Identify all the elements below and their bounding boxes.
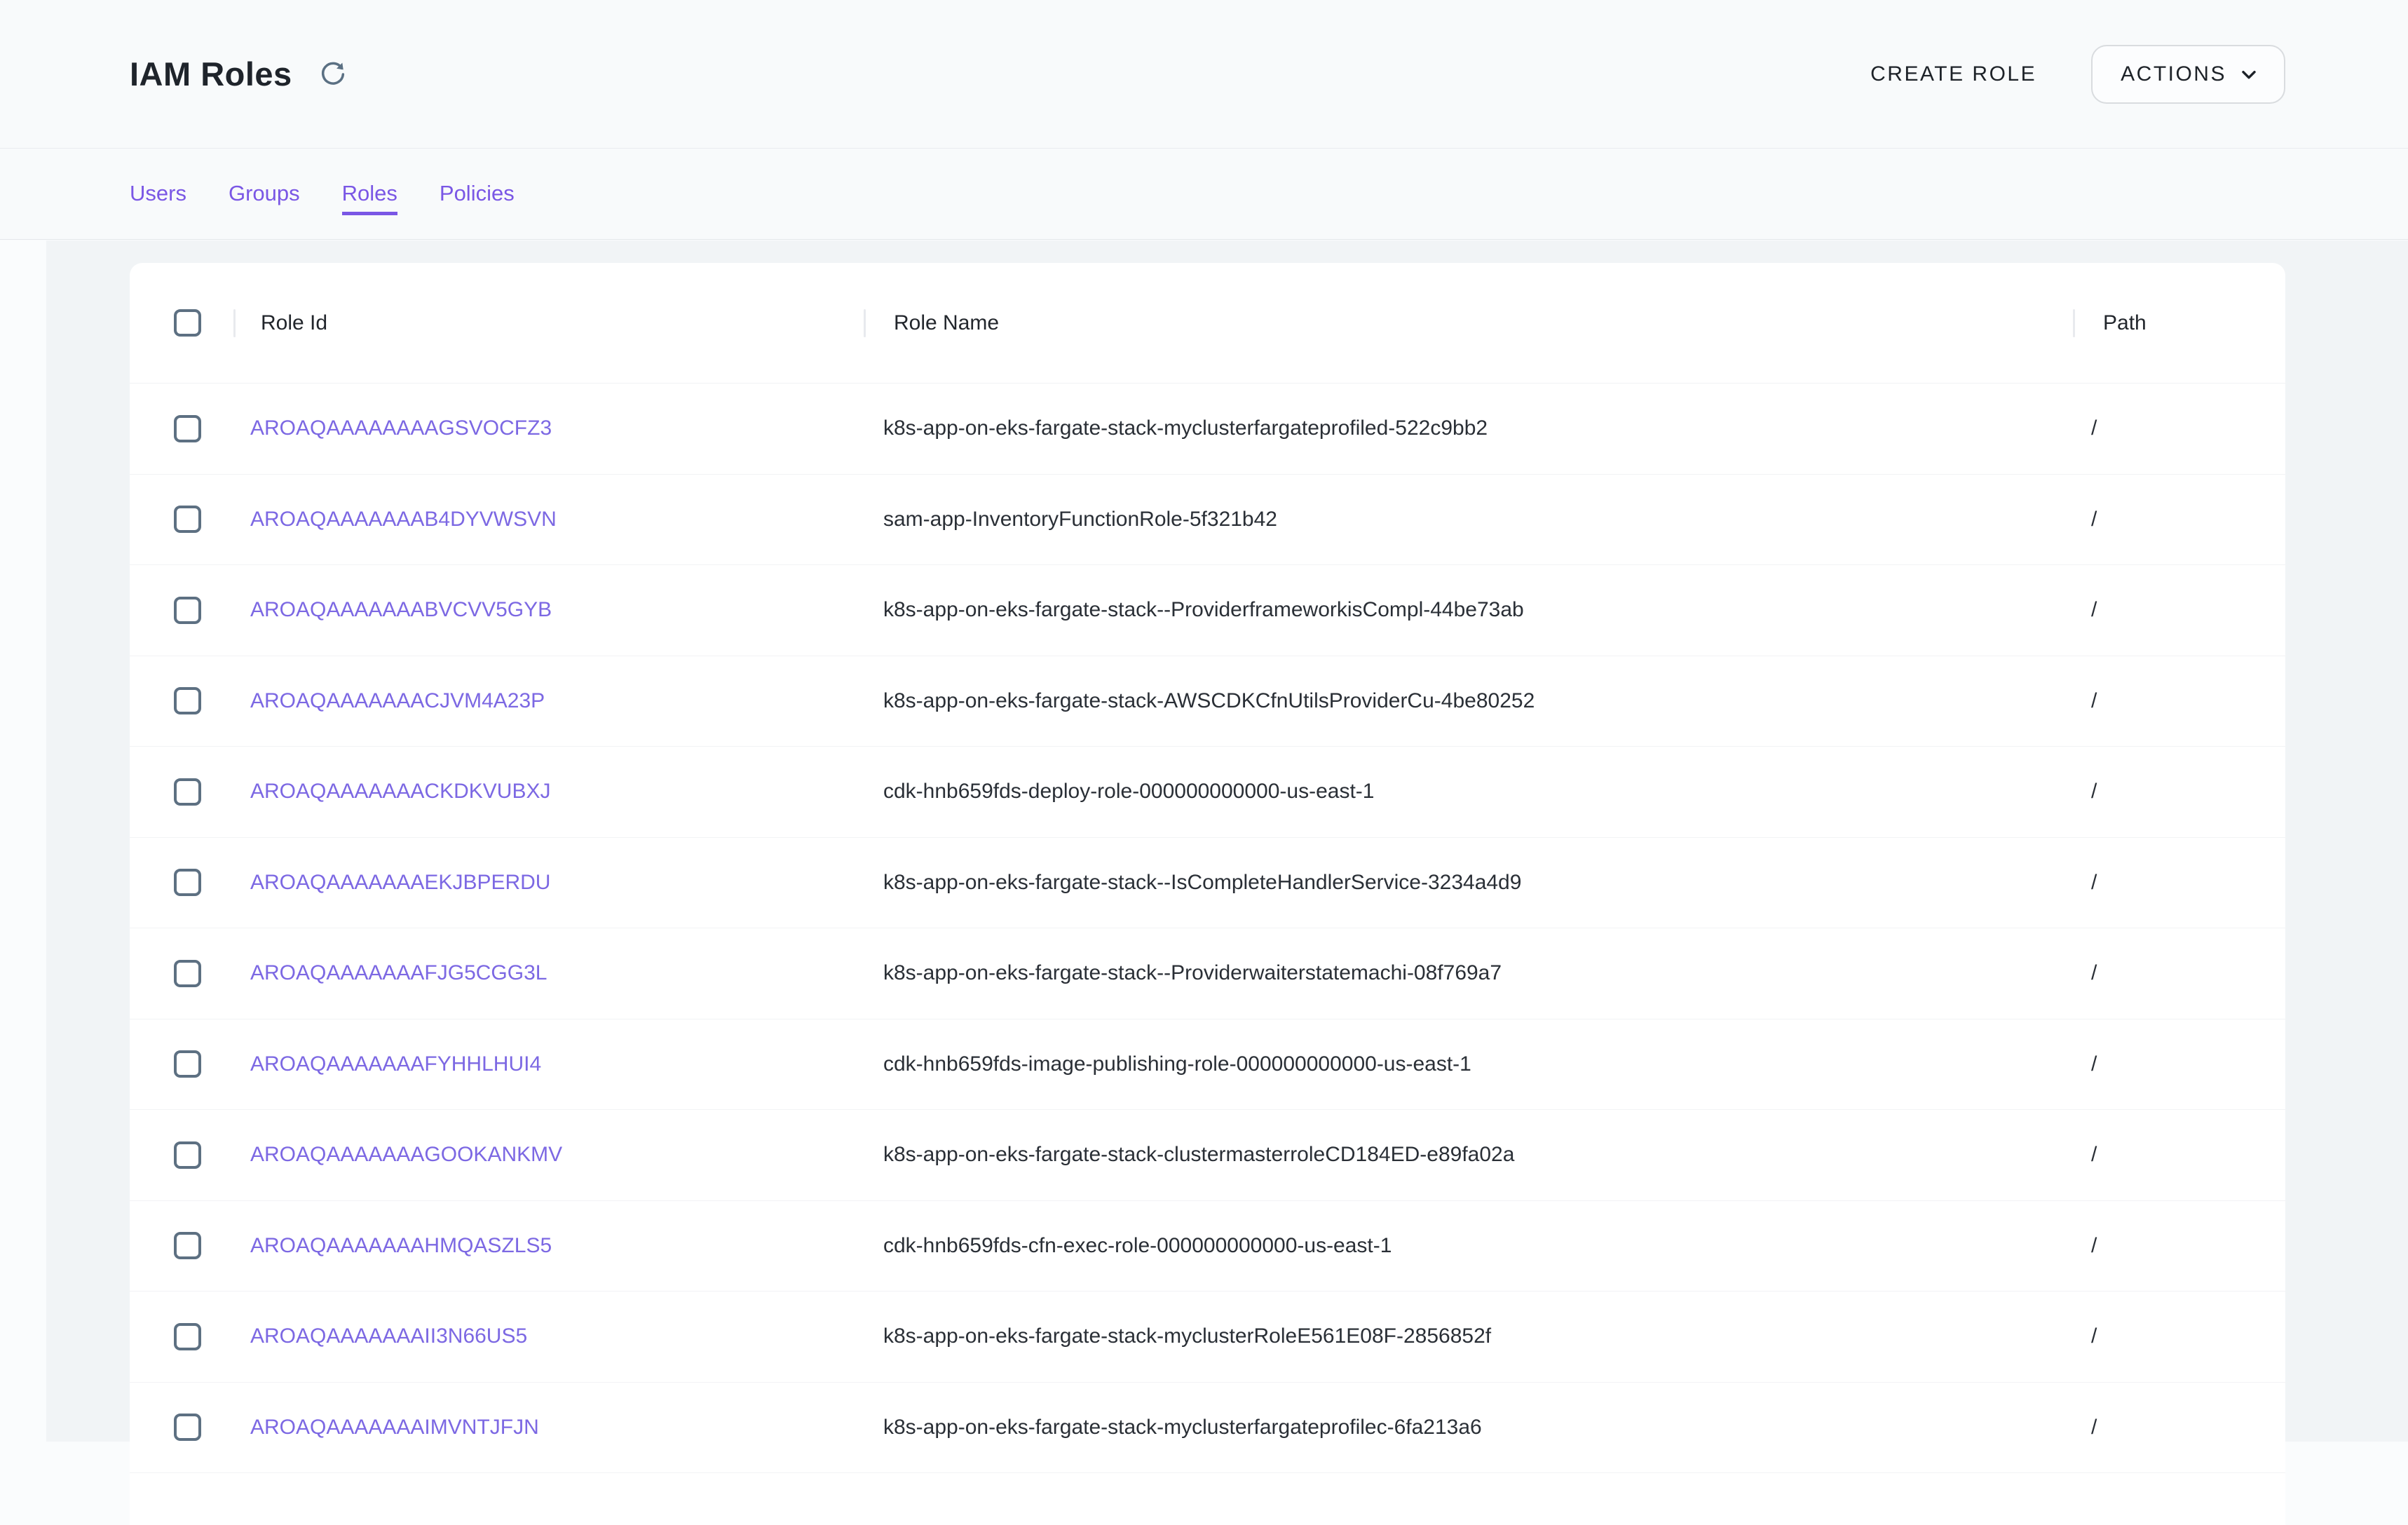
tab-policies[interactable]: Policies [440,180,515,215]
actions-button-label: ACTIONS [2121,62,2226,86]
row-checkbox[interactable] [174,415,201,442]
role-name-cell: sam-app-InventoryFunctionRole-5f321b42 [864,508,2074,531]
role-id-link[interactable]: AROAQAAAAAAAHMQASZLS5 [250,1234,552,1257]
actions-button[interactable]: ACTIONS [2091,45,2285,104]
row-checkbox[interactable] [174,687,201,714]
row-checkbox[interactable] [174,778,201,806]
role-name-cell: k8s-app-on-eks-fargate-stack--IsComplete… [864,871,2074,895]
page-title: IAM Roles [130,55,292,93]
role-id-link[interactable]: AROAQAAAAAAAEKJBPERDU [250,871,550,894]
role-id-link[interactable]: AROAQAAAAAAAIMVNTJFJN [250,1416,539,1439]
column-header-role-id[interactable]: Role Id [234,311,864,335]
row-checkbox[interactable] [174,506,201,533]
path-cell: / [2074,1143,2285,1167]
path-cell: / [2074,961,2285,985]
role-name-cell: k8s-app-on-eks-fargate-stack--Providerfr… [864,598,2074,622]
chevron-down-icon [2238,63,2260,86]
path-cell: / [2074,1324,2285,1348]
table-row: AROAQAAAAAAAFJG5CGG3L k8s-app-on-eks-far… [130,928,2285,1019]
table-row: AROAQAAAAAAAII3N66US5 k8s-app-on-eks-far… [130,1292,2285,1383]
table-body: AROAQAAAAAAAAGSVOCFZ3 k8s-app-on-eks-far… [130,384,2285,1473]
role-name-cell: cdk-hnb659fds-cfn-exec-role-000000000000… [864,1234,2074,1258]
row-checkbox[interactable] [174,869,201,896]
role-id-link[interactable]: AROAQAAAAAAAB4DYVWSVN [250,508,557,531]
table-row: AROAQAAAAAAAIMVNTJFJN k8s-app-on-eks-far… [130,1383,2285,1474]
refresh-button[interactable] [316,57,350,91]
table-row: AROAQAAAAAAACJVM4A23P k8s-app-on-eks-far… [130,656,2285,747]
path-cell: / [2074,508,2285,531]
table-row: AROAQAAAAAAACKDKVUBXJ cdk-hnb659fds-depl… [130,747,2285,838]
role-name-cell: cdk-hnb659fds-deploy-role-000000000000-u… [864,780,2074,804]
top-bar: IAM Roles CREATE ROLE ACTIONS [0,0,2408,149]
column-header-path[interactable]: Path [2074,311,2285,335]
role-name-cell: k8s-app-on-eks-fargate-stack-clustermast… [864,1143,2074,1167]
role-id-link[interactable]: AROAQAAAAAAABVCVV5GYB [250,598,552,621]
tab-users[interactable]: Users [130,180,186,215]
column-header-role-name[interactable]: Role Name [864,311,2074,335]
column-divider [864,309,866,337]
role-id-link[interactable]: AROAQAAAAAAAFJG5CGG3L [250,961,547,984]
refresh-icon [318,60,348,89]
column-divider [2073,309,2075,337]
table-row: AROAQAAAAAAAB4DYVWSVN sam-app-InventoryF… [130,475,2285,566]
row-checkbox[interactable] [174,597,201,624]
role-id-link[interactable]: AROAQAAAAAAAAGSVOCFZ3 [250,416,552,440]
row-checkbox[interactable] [174,1050,201,1078]
table-row: AROAQAAAAAAAHMQASZLS5 cdk-hnb659fds-cfn-… [130,1201,2285,1292]
path-cell: / [2074,1052,2285,1076]
row-checkbox[interactable] [174,1323,201,1350]
row-checkbox[interactable] [174,1232,201,1259]
table-row: AROAQAAAAAAAFYHHLHUI4 cdk-hnb659fds-imag… [130,1019,2285,1111]
role-id-link[interactable]: AROAQAAAAAAAGOOKANKMV [250,1143,562,1166]
role-id-link[interactable]: AROAQAAAAAAAII3N66US5 [250,1324,527,1348]
row-checkbox[interactable] [174,960,201,987]
role-name-cell: k8s-app-on-eks-fargate-stack-AWSCDKCfnUt… [864,689,2074,713]
path-cell: / [2074,598,2285,622]
table-row: AROAQAAAAAAAEKJBPERDU k8s-app-on-eks-far… [130,838,2285,929]
role-name-cell: k8s-app-on-eks-fargate-stack--Providerwa… [864,961,2074,985]
role-name-cell: k8s-app-on-eks-fargate-stack-myclusterRo… [864,1324,2074,1348]
create-role-button[interactable]: CREATE ROLE [1870,62,2036,86]
tab-groups[interactable]: Groups [229,180,300,215]
table-row: AROAQAAAAAAABVCVV5GYB k8s-app-on-eks-far… [130,565,2285,656]
roles-table-card: Role Id Role Name Path AROAQAAAAAAAAGSVO… [130,263,2285,1525]
role-id-link[interactable]: AROAQAAAAAAACKDKVUBXJ [250,780,550,803]
row-checkbox[interactable] [174,1141,201,1169]
role-name-cell: cdk-hnb659fds-image-publishing-role-0000… [864,1052,2074,1076]
table-header-row: Role Id Role Name Path [130,263,2285,384]
path-cell: / [2074,689,2285,713]
select-all-checkbox[interactable] [174,309,201,337]
table-row: AROAQAAAAAAAAGSVOCFZ3 k8s-app-on-eks-far… [130,384,2285,475]
table-row: AROAQAAAAAAAGOOKANKMV k8s-app-on-eks-far… [130,1110,2285,1201]
path-cell: / [2074,871,2285,895]
row-checkbox[interactable] [174,1414,201,1441]
role-name-cell: k8s-app-on-eks-fargate-stack-myclusterfa… [864,1416,2074,1439]
role-id-link[interactable]: AROAQAAAAAAAFYHHLHUI4 [250,1052,541,1076]
path-cell: / [2074,1234,2285,1258]
iam-tab-bar: Users Groups Roles Policies [0,149,2408,240]
path-cell: / [2074,416,2285,440]
role-id-link[interactable]: AROAQAAAAAAACJVM4A23P [250,689,545,712]
path-cell: / [2074,1416,2285,1439]
role-name-cell: k8s-app-on-eks-fargate-stack-myclusterfa… [864,416,2074,440]
column-divider [233,309,236,337]
path-cell: / [2074,780,2285,804]
tab-roles[interactable]: Roles [342,180,397,215]
